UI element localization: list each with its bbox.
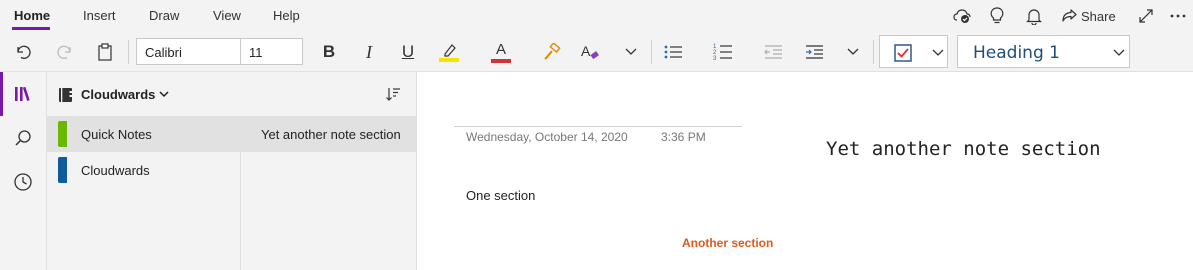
tag-dropdown[interactable] xyxy=(879,35,948,68)
sync-status-icon[interactable] xyxy=(952,6,972,26)
page-time: 3:36 PM xyxy=(661,130,706,144)
chevron-down-icon[interactable] xyxy=(159,91,169,98)
toolbar-divider xyxy=(873,40,874,64)
highlight-button[interactable] xyxy=(436,39,462,65)
tab-view[interactable]: View xyxy=(213,8,241,23)
pages-list: Yet another note section xyxy=(240,116,417,270)
note-text[interactable]: One section xyxy=(466,188,535,203)
notebooks-icon xyxy=(15,86,30,101)
expand-icon[interactable] xyxy=(1136,6,1156,26)
font-color-swatch xyxy=(491,58,511,63)
increase-indent-icon[interactable] xyxy=(801,39,827,65)
toolbar-divider xyxy=(128,40,129,64)
section-item-quick-notes[interactable]: Quick Notes xyxy=(47,116,240,152)
section-item-cloudwards[interactable]: Cloudwards xyxy=(47,152,240,188)
style-label: Heading 1 xyxy=(973,43,1060,63)
navigation-rail xyxy=(0,72,47,270)
font-color-icon: A xyxy=(495,40,506,58)
page-date: Wednesday, October 14, 2020 xyxy=(466,130,628,144)
chevron-down-icon xyxy=(1113,49,1125,56)
numbering-icon[interactable]: 123 xyxy=(710,39,736,65)
italic-button[interactable]: I xyxy=(356,39,382,65)
font-color-button[interactable]: A xyxy=(488,39,514,65)
formatting-toolbar: Calibri 11 B I U A A 123 Heading 1 xyxy=(0,32,1193,72)
more-options-icon[interactable] xyxy=(1168,6,1188,26)
search-nav[interactable] xyxy=(0,116,46,160)
font-name-field[interactable]: Calibri xyxy=(136,38,241,65)
more-formatting-chevron-icon[interactable] xyxy=(618,39,644,65)
sections-list: Quick Notes Cloudwards xyxy=(47,116,240,270)
page-label: Yet another note section xyxy=(261,127,401,142)
highlight-color-swatch xyxy=(439,57,459,62)
decrease-indent-icon[interactable] xyxy=(760,39,786,65)
tab-help[interactable]: Help xyxy=(273,8,300,23)
section-color-tab xyxy=(58,121,67,147)
lightbulb-icon[interactable] xyxy=(987,6,1007,26)
notebooks-nav[interactable] xyxy=(0,72,46,116)
ribbon-tabs: Home Insert Draw View Help Share xyxy=(0,0,1193,32)
page-title-underline xyxy=(454,126,742,127)
share-icon xyxy=(1062,9,1077,22)
section-color-tab xyxy=(58,157,67,183)
format-painter-icon[interactable] xyxy=(539,39,565,65)
highlighter-icon xyxy=(444,43,456,57)
bold-icon: B xyxy=(322,42,336,61)
chevron-down-icon xyxy=(932,49,944,56)
font-size-field[interactable]: 11 xyxy=(240,38,303,65)
svg-text:3: 3 xyxy=(713,56,717,61)
notebook-panel: Cloudwards Quick Notes Cloudwards Yet an… xyxy=(47,72,417,270)
clock-icon xyxy=(14,173,32,191)
clipboard-icon[interactable] xyxy=(92,39,118,65)
todo-checkbox-icon xyxy=(894,44,912,62)
underline-button[interactable]: U xyxy=(395,39,421,65)
svg-text:A: A xyxy=(581,43,591,59)
tab-home[interactable]: Home xyxy=(14,8,50,23)
page-item[interactable]: Yet another note section xyxy=(241,116,417,152)
italic-icon: I xyxy=(366,41,372,62)
recent-nav[interactable] xyxy=(0,160,46,204)
section-label: Quick Notes xyxy=(81,127,152,142)
page-title[interactable]: Yet another note section xyxy=(826,138,1101,160)
active-tab-indicator xyxy=(12,27,50,30)
toolbar-divider xyxy=(651,40,652,64)
notebook-icon xyxy=(59,88,73,102)
undo-icon[interactable] xyxy=(11,39,37,65)
notebook-header: Cloudwards xyxy=(47,72,417,116)
notebook-name[interactable]: Cloudwards xyxy=(81,87,155,102)
style-dropdown[interactable]: Heading 1 xyxy=(957,35,1130,68)
section-label: Cloudwards xyxy=(81,163,150,178)
active-nav-indicator xyxy=(0,72,3,116)
sort-icon[interactable] xyxy=(385,86,401,102)
note-canvas[interactable]: Wednesday, October 14, 2020 3:36 PM Yet … xyxy=(418,72,1193,270)
tab-draw[interactable]: Draw xyxy=(149,8,179,23)
share-label: Share xyxy=(1081,8,1116,24)
search-icon xyxy=(15,130,31,146)
share-button[interactable]: Share xyxy=(1061,6,1116,26)
note-text-orange[interactable]: Another section xyxy=(682,236,773,250)
bullets-icon[interactable] xyxy=(660,39,686,65)
more-lists-chevron-icon[interactable] xyxy=(840,39,866,65)
redo-icon[interactable] xyxy=(51,39,77,65)
bold-button[interactable]: B xyxy=(316,39,342,65)
tab-insert[interactable]: Insert xyxy=(83,8,116,23)
underline-icon: U xyxy=(401,42,415,61)
bell-icon[interactable] xyxy=(1024,6,1044,26)
clear-formatting-icon[interactable]: A xyxy=(577,39,603,65)
